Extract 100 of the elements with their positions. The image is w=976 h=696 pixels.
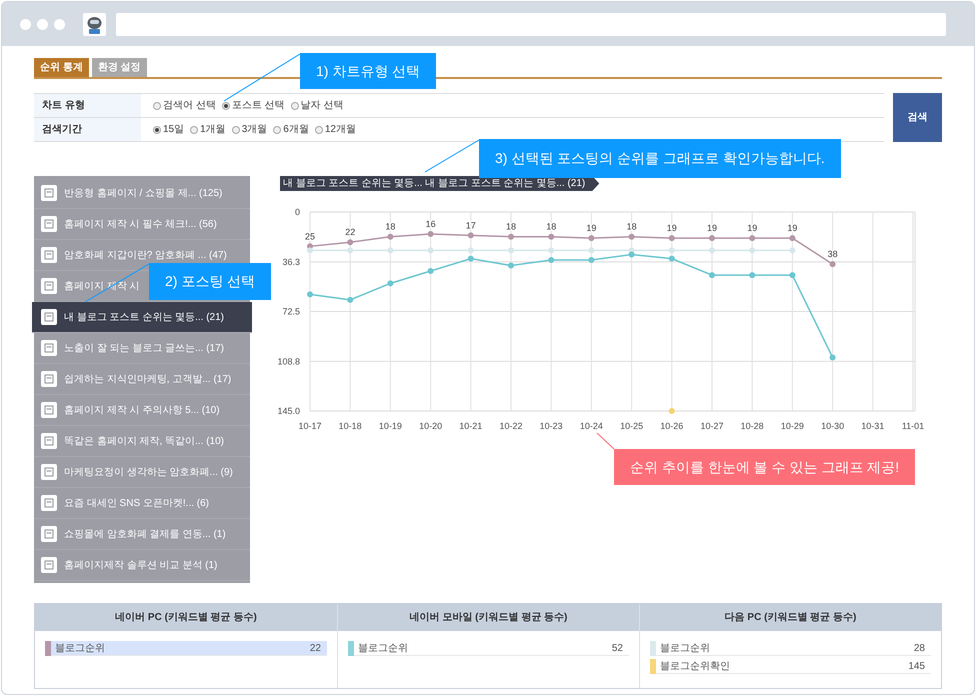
column-header: 다음 PC (키워드별 평균 등수) [640, 604, 941, 631]
data-label: 17 [466, 220, 476, 230]
data-point [428, 230, 434, 237]
chart-title-tag: 내 블로그 포스트 순위는 몇등... 내 블로그 포스트 순위는 몇등... (21) [280, 176, 600, 191]
leader-line [424, 140, 480, 172]
data-label: 19 [666, 223, 677, 234]
data-point [428, 268, 434, 274]
data-point [628, 234, 635, 240]
column-header: 네이버 PC (키워드별 평균 등수) [35, 604, 337, 631]
address-bar[interactable] [116, 12, 946, 36]
y-axis-label: 36.3 [282, 256, 300, 267]
x-axis-label: 10-29 [780, 421, 804, 431]
x-axis-label: 10-24 [580, 421, 603, 431]
radio-label: 12개월 [324, 123, 356, 137]
radio-button[interactable] [222, 102, 230, 110]
callout-tooltip: 3) 선택된 포스팅의 순위를 그래프로 확인가능합니다. [479, 139, 841, 178]
data-label: 18 [546, 222, 556, 232]
data-point [548, 234, 554, 240]
data-point [347, 239, 354, 246]
document-icon [41, 371, 57, 387]
tab[interactable]: 환경 설정 [92, 58, 147, 77]
data-point [468, 232, 474, 238]
data-point [508, 234, 514, 240]
robot-logo-icon [83, 12, 106, 36]
post-item[interactable]: 쇼핑몰에 암호화폐 결제를 연동... (1) [34, 519, 250, 550]
data-label: 19 [787, 223, 798, 234]
radio-button[interactable] [290, 102, 299, 110]
data-label: 16 [426, 218, 436, 229]
post-item[interactable]: 마케팅요정이 생각하는 암호화폐... (9) [34, 457, 250, 488]
x-axis-label: 10-18 [338, 421, 362, 431]
row-value: 22 [310, 642, 321, 656]
data-label: 38 [828, 249, 838, 260]
row-label: 블로그순위확인 [660, 660, 731, 674]
x-axis-label: 10-31 [861, 421, 884, 431]
post-item[interactable]: 홈페이지제작 솔루션 비교 분석 (1) [34, 550, 250, 581]
x-axis-label: 11-01 [902, 421, 924, 431]
x-axis-label: 10-20 [419, 421, 442, 431]
filter-label: 차트 유형 [34, 94, 141, 117]
post-item[interactable]: 쉽게하는 지식인마케팅, 고객발... (17) [34, 364, 250, 395]
document-icon [41, 495, 57, 511]
search-button[interactable]: 검색 [893, 93, 942, 142]
document-icon [41, 216, 57, 232]
document-icon [41, 464, 57, 480]
post-item[interactable]: 홈페이지 제작 시 필수 체크!... (56) [34, 209, 250, 240]
data-point [789, 272, 796, 278]
data-point [387, 280, 394, 286]
tab[interactable]: 순위 통계 [34, 58, 89, 77]
x-axis-label: 10-17 [298, 421, 322, 431]
radio-button[interactable] [314, 126, 323, 134]
data-point [709, 235, 715, 242]
data-point [307, 291, 313, 298]
y-axis-label: 108.8 [277, 356, 300, 366]
data-point [588, 257, 594, 264]
callout-tooltip: 순위 추이를 한눈에 볼 수 있는 그래프 제공! [614, 449, 916, 485]
radio-label: 6개월 [283, 123, 309, 137]
x-axis-label: 10-21 [459, 421, 482, 431]
row-label: 블로그순위 [358, 642, 409, 656]
row-value: 145 [908, 660, 925, 674]
row-value: 52 [612, 642, 623, 656]
data-point [668, 408, 675, 414]
document-icon [41, 185, 57, 201]
radio-button[interactable] [232, 126, 240, 134]
data-point [468, 256, 474, 262]
filter-label: 검색기간 [34, 118, 141, 141]
document-icon [41, 340, 57, 356]
data-point [749, 272, 756, 278]
radio-label: 3개월 [242, 123, 268, 137]
data-point [830, 261, 836, 268]
post-item[interactable]: 내 블로그 포스트 순위는 몇등... (21) [32, 302, 252, 333]
data-point [830, 354, 836, 360]
data-point [668, 256, 675, 262]
post-item[interactable]: 반응형 홈페이지 / 쇼핑몰 제... (125) [34, 178, 250, 209]
radio-button[interactable] [153, 126, 161, 134]
post-item[interactable]: 똑같은 홈페이지 제작, 똑같이... (10) [34, 426, 250, 457]
x-axis-label: 10-19 [378, 421, 402, 431]
data-label: 18 [626, 222, 637, 232]
radio-button[interactable] [273, 126, 282, 134]
document-icon [41, 247, 57, 263]
y-axis-label: 0 [294, 207, 300, 217]
document-icon [41, 557, 57, 573]
data-point [508, 262, 514, 269]
data-point [548, 257, 554, 264]
radio-button[interactable] [190, 126, 198, 134]
data-point [709, 272, 715, 278]
data-point [387, 234, 394, 240]
row-value: 28 [914, 642, 925, 656]
data-label: 19 [747, 223, 758, 234]
callout-tooltip: 2) 포스팅 선택 [149, 263, 272, 300]
data-label: 18 [506, 222, 516, 232]
data-label: 18 [385, 222, 396, 232]
x-axis-label: 10-28 [740, 421, 764, 431]
radio-label: 1개월 [200, 123, 226, 137]
callout-tooltip: 1) 차트유형 선택 [300, 53, 436, 89]
radio-button[interactable] [153, 102, 161, 110]
y-axis-label: 72.5 [282, 306, 300, 316]
post-item[interactable]: 노출이 잘 되는 블로그 글쓰는... (17) [34, 333, 250, 364]
document-icon [41, 526, 57, 542]
post-item[interactable]: 요즘 대세인 SNS 오픈마켓!... (6) [34, 488, 250, 519]
document-icon [41, 402, 57, 418]
post-item[interactable]: 홈페이지 제작 시 주의사항 5... (10) [34, 395, 250, 426]
